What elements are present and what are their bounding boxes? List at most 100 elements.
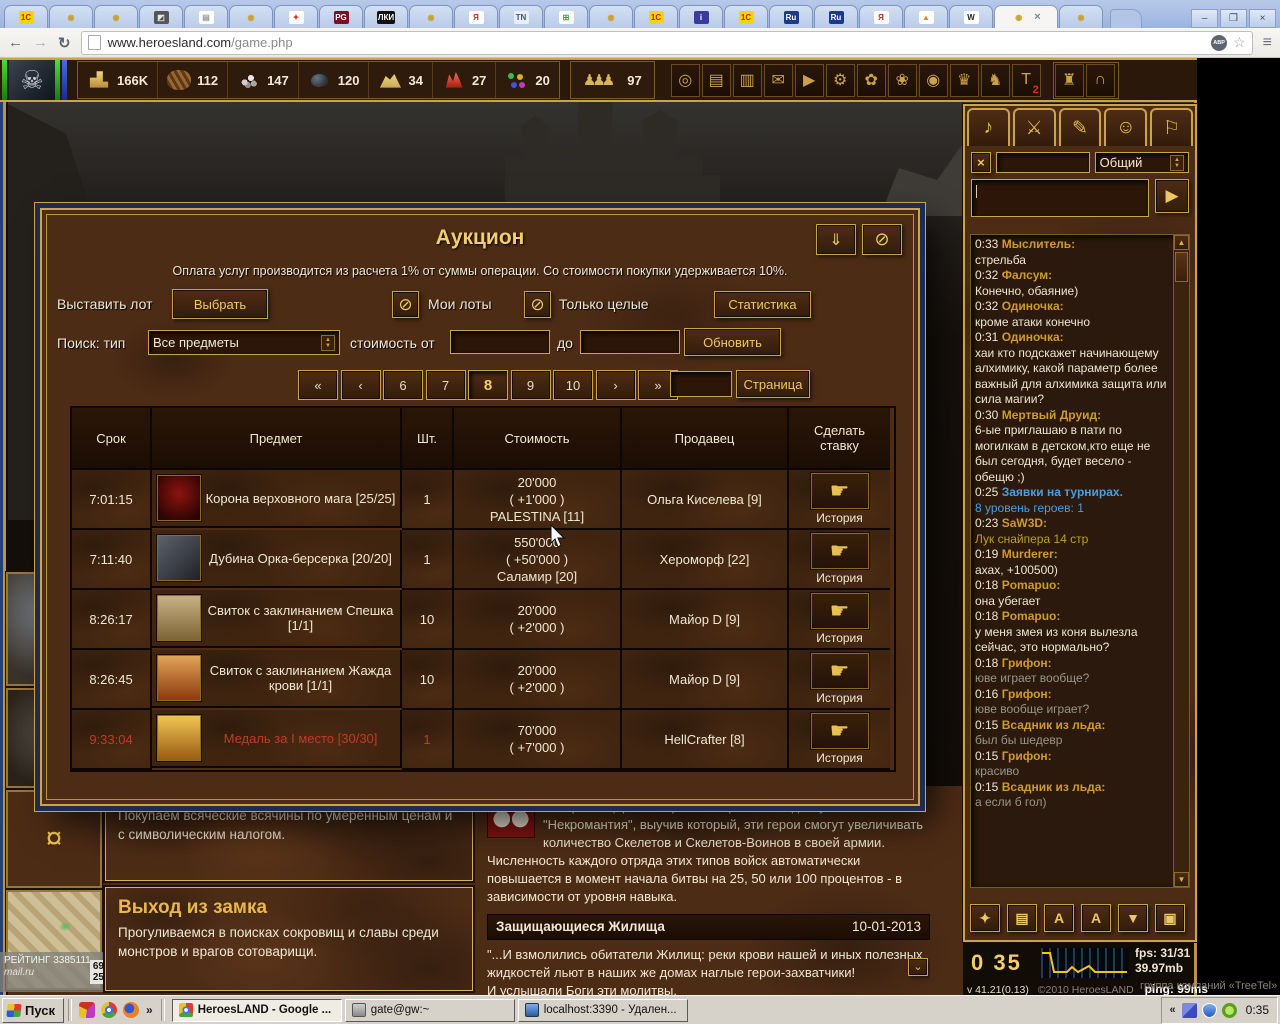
chrome-icon[interactable] <box>101 1002 117 1018</box>
mount-button[interactable]: ♞ <box>981 64 1010 97</box>
wreath-button[interactable]: ✿ <box>857 64 886 97</box>
go-to-page-button[interactable]: Страница <box>736 370 810 398</box>
exit-panel[interactable]: Выход из замка Прогуливаемся в поисках с… <box>105 887 473 991</box>
plant-button[interactable]: ❀ <box>888 64 917 97</box>
item-name[interactable]: Корона верховного мага [25/25] <box>201 491 400 506</box>
history-link[interactable]: История <box>816 691 863 705</box>
browser-tab[interactable]: Ru <box>769 5 813 28</box>
font-small-button[interactable]: A <box>1044 904 1074 932</box>
scroll-thumb[interactable] <box>1175 252 1188 282</box>
chat-scrollbar[interactable]: ▲ ▼ <box>1173 235 1189 887</box>
browser-tab[interactable]: ◉ <box>409 5 453 28</box>
exit-title[interactable]: Выход из замка <box>118 898 460 917</box>
start-button[interactable]: Пуск <box>2 998 64 1023</box>
history-link[interactable]: История <box>816 571 863 585</box>
item-name[interactable]: Медаль за I место [30/30] <box>201 731 400 746</box>
collapse-button[interactable]: ▼ <box>1118 904 1148 932</box>
page-number-input[interactable] <box>670 371 732 397</box>
screen-button[interactable]: ▣ <box>1155 904 1185 932</box>
channel-spinner-icon[interactable]: ▲▼ <box>1170 155 1184 171</box>
firefox-icon[interactable] <box>123 1002 139 1018</box>
quick-launch-overflow-icon[interactable]: » <box>146 1003 153 1017</box>
item-type-select[interactable]: Все предметы ▲▼ <box>148 330 340 355</box>
tab-masks[interactable]: ☺ <box>1104 108 1147 146</box>
stats-button[interactable]: Статистика <box>714 291 811 318</box>
browser-tab[interactable]: Я <box>454 5 498 28</box>
page-button[interactable]: ‹ <box>341 370 381 400</box>
channel-select[interactable]: Общий ▲▼ <box>1095 152 1189 173</box>
page-button[interactable]: 8 <box>468 370 508 400</box>
tab-close-icon[interactable]: × <box>1034 11 1040 23</box>
page-button[interactable]: 6 <box>383 370 423 400</box>
back-icon[interactable]: ← <box>8 34 23 51</box>
price-from-input[interactable] <box>450 330 550 354</box>
ink-button[interactable]: ✦ <box>970 904 1000 932</box>
choose-button[interactable]: Выбрать <box>172 289 268 319</box>
browser-menu-icon[interactable]: ≡ <box>1263 34 1272 52</box>
minimize-button[interactable]: – <box>1191 9 1218 28</box>
tab-battles[interactable]: ⚔ <box>1013 108 1056 146</box>
item-name[interactable]: Дубина Орка-берсерка [20/20] <box>201 551 400 566</box>
close-button[interactable]: × <box>1249 9 1276 28</box>
tray-collapse-icon[interactable]: « <box>1170 1004 1176 1016</box>
frame2-button[interactable]: ▥ <box>733 64 762 97</box>
browser-tab[interactable]: TN <box>499 5 543 28</box>
tab-weathervane[interactable]: ⚐ <box>1150 108 1193 146</box>
scroll-log-button[interactable]: ▤ <box>1007 904 1037 932</box>
browser-tab[interactable]: ЛКИ <box>364 5 408 28</box>
helmet-button[interactable]: ♜ <box>1055 64 1084 97</box>
news-scroll-down-button[interactable]: ⌄ <box>908 958 928 976</box>
bid-button[interactable]: ☛ <box>811 653 869 689</box>
mail-button[interactable]: ▶ <box>795 64 824 97</box>
browser-tab[interactable]: 1С <box>634 5 678 28</box>
scroll-down-icon[interactable]: ▼ <box>1174 872 1189 887</box>
chat-clear-button[interactable]: × <box>971 152 991 173</box>
item-icon[interactable] <box>157 475 201 521</box>
chat-message-input[interactable] <box>971 179 1149 217</box>
reload-icon[interactable]: ↻ <box>58 34 71 52</box>
gate-button[interactable]: ∩ <box>1086 64 1115 97</box>
send-button[interactable]: ▶ <box>1155 179 1189 213</box>
browser-tab[interactable]: Ru <box>814 5 858 28</box>
item-name[interactable]: Свиток с заклинанием Жажда крови [1/1] <box>201 663 400 693</box>
hero-portrait[interactable]: ☠ <box>2 60 69 100</box>
tab-notes[interactable]: ✎ <box>1059 108 1102 146</box>
task-button[interactable]: HeroesLAND - Google ... <box>172 999 342 1022</box>
browser-tab[interactable]: ◉ <box>589 5 633 28</box>
browser-tab[interactable]: Я <box>859 5 903 28</box>
item-icon[interactable] <box>157 715 201 761</box>
bid-button[interactable]: ☛ <box>811 713 869 749</box>
browser-tab-active[interactable]: ◉ × <box>994 5 1058 28</box>
item-name[interactable]: Свиток с заклинанием Спешка [1/1] <box>201 603 400 633</box>
frame1-button[interactable]: ▤ <box>702 64 731 97</box>
refresh-button[interactable]: Обновить <box>684 328 781 356</box>
url-bar[interactable]: www.heroesland.com /game.php ABP ☆ <box>81 31 1253 55</box>
adblock-icon[interactable]: ABP <box>1211 35 1227 51</box>
browser-tab[interactable]: PG <box>319 5 363 28</box>
browser-tab[interactable]: ✦ <box>274 5 318 28</box>
page-button[interactable]: « <box>298 370 338 400</box>
bid-button[interactable]: ☛ <box>811 533 869 569</box>
browser-tab[interactable]: 1С <box>4 5 48 28</box>
network-tray-icon[interactable] <box>1182 1003 1197 1018</box>
browser-tab[interactable]: ▤ <box>184 5 228 28</box>
shield-tray-icon[interactable] <box>1202 1003 1217 1018</box>
item-icon[interactable] <box>157 595 201 641</box>
tournament-button[interactable]: T 2 <box>1012 64 1041 97</box>
page-button[interactable]: 9 <box>511 370 551 400</box>
restore-button[interactable]: ❐ <box>1220 9 1247 28</box>
browser-tab[interactable]: ▲ <box>904 5 948 28</box>
forward-icon[interactable]: → <box>33 34 48 51</box>
my-lots-toggle[interactable]: ⊘ <box>392 291 419 318</box>
browser-tab[interactable]: ◩ <box>139 5 183 28</box>
task-button[interactable]: localhost:3390 - Удален... <box>518 999 688 1022</box>
sort-button[interactable]: ⇓ <box>816 224 856 255</box>
item-icon[interactable] <box>157 655 201 701</box>
browser-tab[interactable]: i <box>679 5 723 28</box>
browser-tab[interactable]: W <box>949 5 993 28</box>
scroll-up-icon[interactable]: ▲ <box>1174 235 1189 250</box>
history-link[interactable]: История <box>816 751 863 765</box>
bid-button[interactable]: ☛ <box>811 473 869 509</box>
history-link[interactable]: История <box>816 511 863 525</box>
browser-tab[interactable]: ◉ <box>94 5 138 28</box>
